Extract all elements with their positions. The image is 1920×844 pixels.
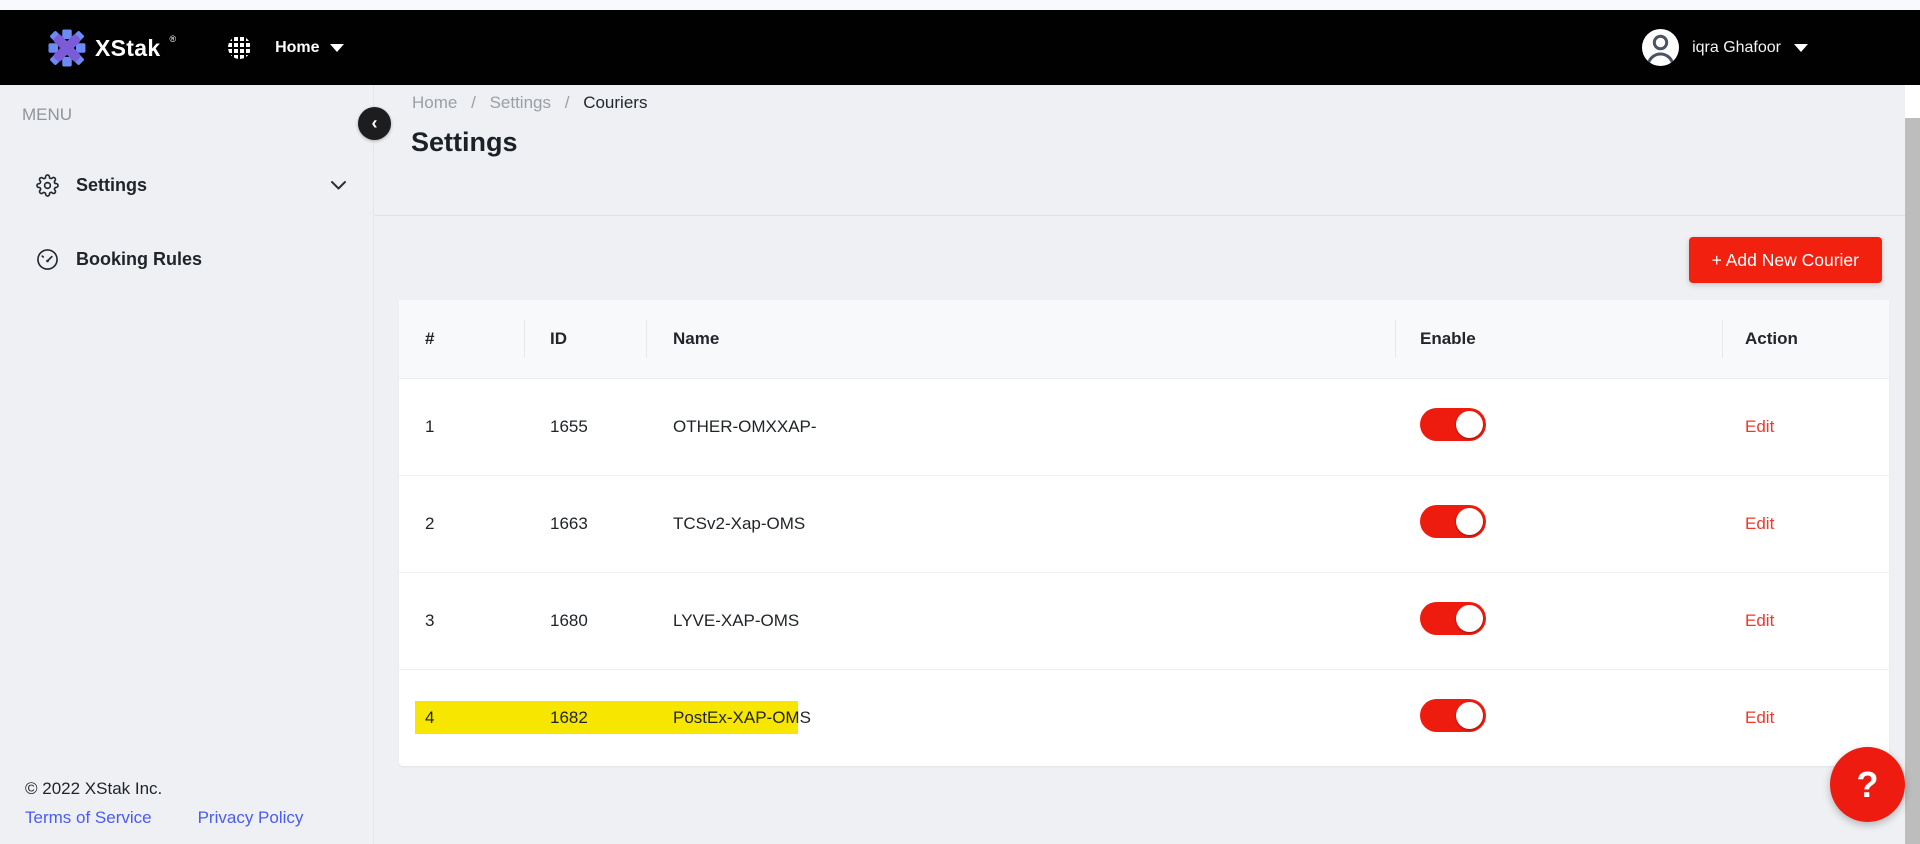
home-menu-label: Home (275, 39, 319, 57)
courier-id: 1655 (524, 378, 646, 475)
enable-toggle[interactable] (1420, 505, 1486, 538)
edit-link[interactable]: Edit (1745, 417, 1774, 436)
courier-name: OTHER-OMXXAP- (646, 378, 1395, 475)
sidebar-item-label: Settings (76, 175, 147, 196)
column-header-id: ID (524, 300, 646, 378)
row-number: 2 (399, 475, 524, 572)
sidebar: MENU Settings Booking Rules © (0, 85, 374, 844)
breadcrumb-settings[interactable]: Settings (490, 93, 551, 112)
copyright-text: © 2022 XStak Inc. (25, 779, 303, 799)
row-number: 3 (399, 572, 524, 669)
sidebar-item-settings[interactable]: Settings (36, 163, 347, 207)
table-row: 3 1680 LYVE-XAP-OMS Edit (399, 572, 1889, 669)
terms-of-service-link[interactable]: Terms of Service (25, 808, 152, 828)
row-number: 4 (399, 669, 524, 766)
table-row: 1 1655 OTHER-OMXXAP- Edit (399, 378, 1889, 475)
privacy-policy-link[interactable]: Privacy Policy (198, 808, 304, 828)
couriers-table: # ID Name Enable Action 1 1655 OTHER-OMX… (399, 300, 1889, 766)
sidebar-footer: © 2022 XStak Inc. Terms of Service Priva… (25, 779, 303, 828)
enable-toggle[interactable] (1420, 699, 1486, 732)
xstak-logo-icon (48, 29, 86, 67)
avatar (1642, 29, 1679, 66)
title-divider (375, 215, 1905, 216)
top-navbar: XStak ® Home iqra Ghafoor (0, 10, 1920, 85)
table-header-row: # ID Name Enable Action (399, 300, 1889, 378)
breadcrumb-couriers: Couriers (583, 93, 647, 112)
courier-id: 1680 (524, 572, 646, 669)
scrollbar-thumb[interactable] (1905, 118, 1920, 844)
edit-link[interactable]: Edit (1745, 611, 1774, 630)
menu-section-label: MENU (22, 105, 72, 125)
enable-toggle[interactable] (1420, 408, 1486, 441)
breadcrumb: Home / Settings / Couriers (412, 93, 647, 113)
couriers-table-card: # ID Name Enable Action 1 1655 OTHER-OMX… (399, 300, 1889, 766)
gauge-icon (36, 248, 59, 271)
chevron-down-icon (330, 44, 344, 52)
user-menu[interactable]: iqra Ghafoor (1642, 29, 1808, 66)
chevron-left-icon: ‹ (372, 113, 378, 134)
column-header-number: # (399, 300, 524, 378)
gear-icon (36, 174, 59, 197)
courier-name: PostEx-XAP-OMS (646, 669, 1395, 766)
table-row-highlighted: 4 1682 PostEx-XAP-OMS Edit (399, 669, 1889, 766)
sidebar-collapse-button[interactable]: ‹ (358, 107, 391, 140)
main-content: Home / Settings / Couriers Settings + Ad… (375, 85, 1905, 844)
add-new-courier-button[interactable]: + Add New Courier (1689, 237, 1882, 283)
scrollbar[interactable] (1905, 85, 1920, 844)
page-title: Settings (411, 127, 518, 158)
breadcrumb-home[interactable]: Home (412, 93, 457, 112)
brand-registered-mark: ® (169, 29, 176, 49)
edit-link[interactable]: Edit (1745, 514, 1774, 533)
home-menu[interactable]: Home (275, 39, 343, 57)
chevron-down-icon (1794, 44, 1808, 52)
courier-name: LYVE-XAP-OMS (646, 572, 1395, 669)
sidebar-item-label: Booking Rules (76, 249, 202, 270)
help-button[interactable]: ? (1830, 747, 1905, 822)
brand[interactable]: XStak ® (48, 29, 176, 67)
edit-link[interactable]: Edit (1745, 708, 1774, 727)
sidebar-item-booking-rules[interactable]: Booking Rules (36, 237, 347, 281)
chevron-down-icon (330, 180, 347, 191)
user-name: iqra Ghafoor (1692, 39, 1781, 57)
column-header-enable: Enable (1395, 300, 1722, 378)
column-header-name: Name (646, 300, 1395, 378)
question-mark-icon: ? (1857, 764, 1879, 806)
table-row: 2 1663 TCSv2-Xap-OMS Edit (399, 475, 1889, 572)
app-grid-icon[interactable] (228, 36, 251, 59)
courier-id: 1663 (524, 475, 646, 572)
row-number: 1 (399, 378, 524, 475)
column-header-action: Action (1722, 300, 1889, 378)
courier-id: 1682 (524, 669, 646, 766)
top-strip (0, 0, 1920, 10)
courier-name: TCSv2-Xap-OMS (646, 475, 1395, 572)
brand-name: XStak (95, 29, 160, 67)
enable-toggle[interactable] (1420, 602, 1486, 635)
